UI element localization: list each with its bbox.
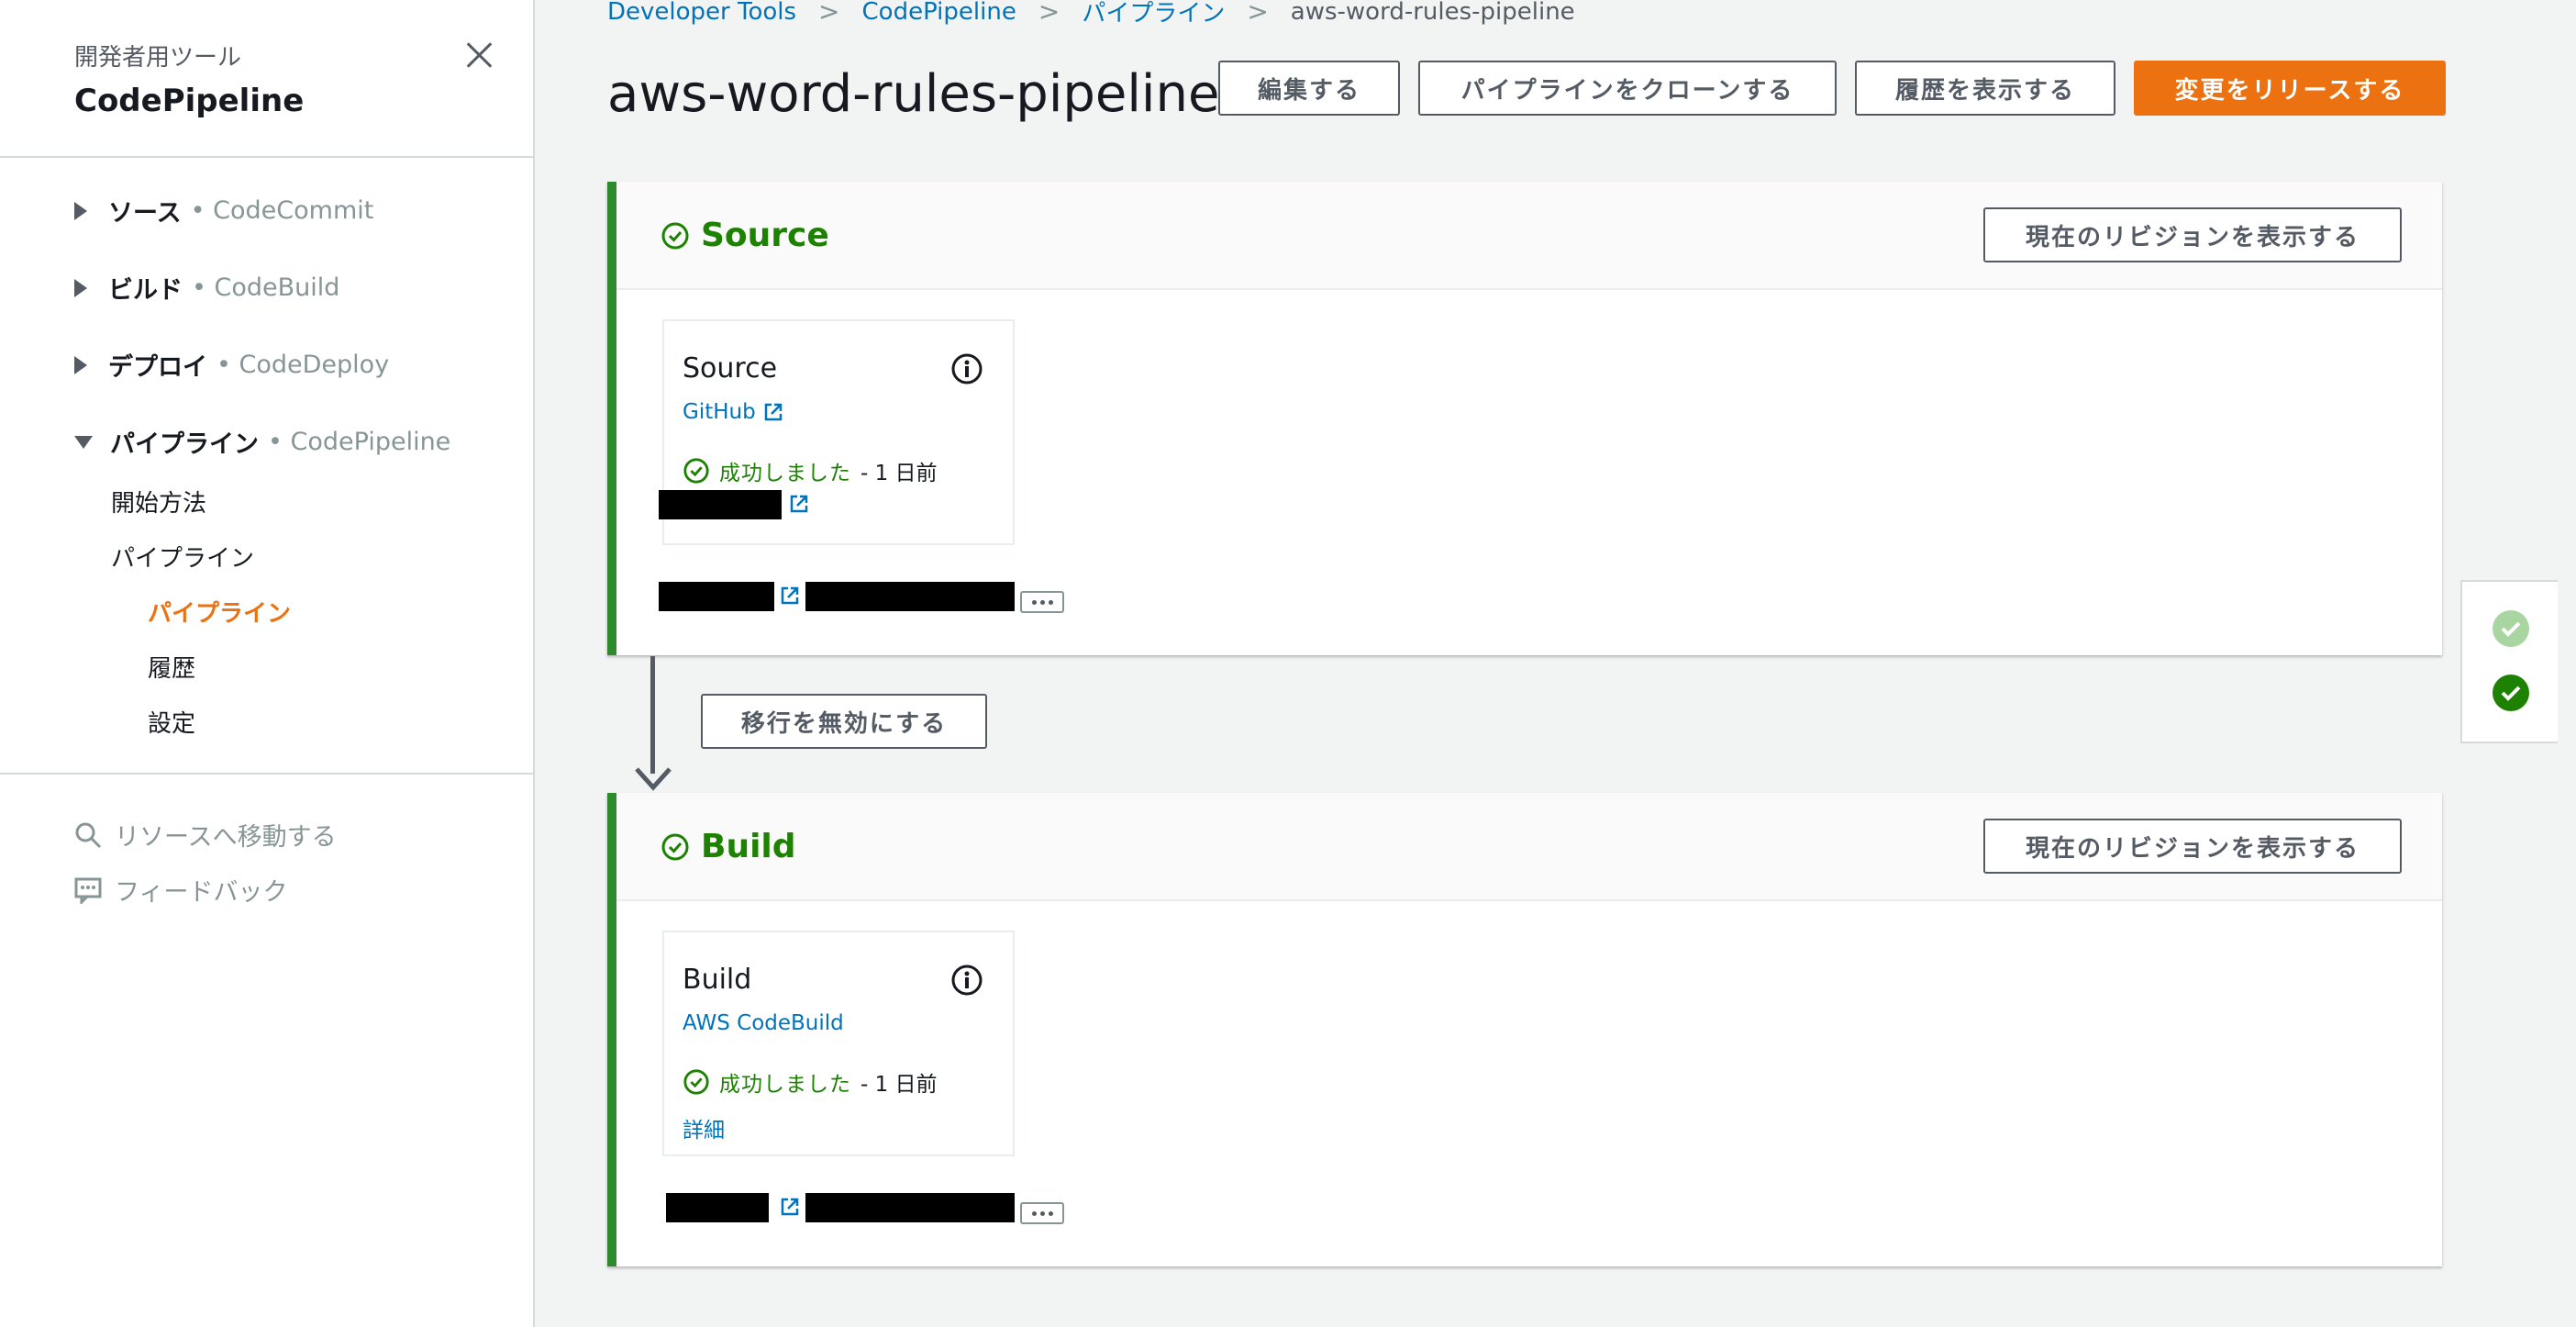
caret-right-icon — [74, 278, 87, 297]
chevron-right-icon: > — [1038, 0, 1060, 27]
view-current-revision-button[interactable]: 現在のリビジョンを表示する — [1983, 207, 2402, 262]
action-status: 成功しました - 1 日前 — [683, 455, 938, 486]
sidebar-item-pipelines[interactable]: パイプライン — [148, 595, 291, 629]
success-check-icon — [661, 833, 689, 860]
status-text: 成功しました — [719, 1073, 851, 1097]
sidebar-section-label: パイプライン — [110, 430, 259, 459]
stage-header: Source 現在のリビジョンを表示する — [616, 182, 2442, 290]
action-card-build: Build AWS CodeBuild 成功しました - 1 日前 詳細 — [662, 931, 1015, 1156]
redacted-commit-id — [659, 490, 782, 519]
release-change-button[interactable]: 変更をリリースする — [2134, 61, 2446, 116]
page-title: aws-word-rules-pipeline — [607, 64, 1220, 124]
feedback-icon — [74, 877, 102, 904]
caret-right-icon — [74, 201, 87, 220]
sidebar-section-deploy[interactable]: デプロイ • CodeDeploy — [74, 347, 389, 383]
more-icon[interactable] — [1020, 1202, 1064, 1224]
provider-label: GitHub — [683, 400, 756, 424]
info-icon[interactable] — [950, 964, 983, 997]
stage-status-panel — [2460, 580, 2558, 743]
sidebar-group-pipelines: パイプライン — [111, 545, 255, 573]
action-provider-link[interactable]: GitHub — [683, 400, 783, 424]
external-link-icon[interactable] — [780, 1197, 800, 1217]
breadcrumb-developer-tools[interactable]: Developer Tools — [607, 0, 796, 26]
sidebar-item-history[interactable]: 履歴 — [148, 650, 195, 684]
sidebar-header: 開発者用ツール CodePipeline — [0, 0, 535, 158]
close-icon[interactable] — [461, 37, 497, 73]
stage-name-label: Source — [701, 217, 829, 254]
success-check-icon — [683, 1069, 709, 1095]
stage-name: Build — [661, 828, 796, 865]
clone-pipeline-button[interactable]: パイプラインをクローンする — [1418, 61, 1837, 116]
go-to-resource-label: リソースへ移動する — [115, 823, 337, 852]
view-current-revision-button[interactable]: 現在のリビジョンを表示する — [1983, 819, 2402, 874]
stage-build: Build 現在のリビジョンを表示する Build AWS CodeBuild … — [607, 793, 2442, 1266]
disable-transition-button[interactable]: 移行を無効にする — [701, 694, 987, 749]
sidebar-section-service: • CodeBuild — [192, 273, 340, 302]
side-navigation: 開発者用ツール CodePipeline ソース • CodeCommit ビル… — [0, 0, 535, 1327]
sidebar-section-service: • CodeCommit — [190, 196, 374, 225]
redacted-revision — [666, 1193, 769, 1222]
status-time: - 1 日前 — [861, 462, 938, 485]
action-provider-link[interactable]: AWS CodeBuild — [683, 1011, 844, 1035]
breadcrumb-codepipeline[interactable]: CodePipeline — [862, 0, 1016, 26]
status-text: 成功しました — [719, 462, 851, 485]
sidebar-section-label: ソース — [108, 199, 182, 228]
caret-down-icon — [74, 435, 93, 449]
sidebar-section-build[interactable]: ビルド • CodeBuild — [74, 270, 339, 306]
stage-header: Build 現在のリビジョンを表示する — [616, 793, 2442, 901]
breadcrumb-pipelines[interactable]: パイプライン — [1082, 0, 1225, 28]
edit-button[interactable]: 編集する — [1218, 61, 1400, 116]
view-history-button[interactable]: 履歴を表示する — [1855, 61, 2115, 116]
arrow-down-icon — [635, 767, 672, 791]
stage-name: Source — [661, 217, 829, 254]
success-light-icon[interactable] — [2492, 609, 2530, 648]
sidebar-section-service: • CodePipeline — [268, 428, 451, 456]
sidebar-divider — [0, 773, 535, 775]
stage-name-label: Build — [701, 828, 796, 865]
more-icon[interactable] — [1020, 591, 1064, 613]
info-icon[interactable] — [950, 352, 983, 385]
chevron-right-icon: > — [1247, 0, 1269, 27]
sidebar-section-label: デプロイ — [108, 353, 207, 382]
breadcrumb: Developer Tools > CodePipeline > パイプライン … — [607, 0, 1575, 28]
sidebar-section-source[interactable]: ソース • CodeCommit — [74, 193, 373, 229]
chevron-right-icon: > — [818, 0, 840, 27]
sidebar-section-pipeline[interactable]: パイプライン • CodePipeline — [74, 424, 450, 460]
search-icon — [75, 822, 102, 848]
action-title: Source — [683, 352, 778, 385]
sidebar-section-label: ビルド — [108, 276, 183, 305]
action-status: 成功しました - 1 日前 — [683, 1066, 938, 1098]
redacted-commit-message — [805, 582, 1015, 611]
success-check-icon — [661, 222, 689, 249]
external-link-icon[interactable] — [780, 585, 800, 606]
provider-label: AWS CodeBuild — [683, 1011, 844, 1035]
feedback-label: フィードバック — [115, 878, 288, 907]
sidebar-section-service: • CodeDeploy — [217, 351, 390, 379]
breadcrumb-current: aws-word-rules-pipeline — [1290, 0, 1575, 26]
go-to-resource-link[interactable]: リソースへ移動する — [74, 817, 337, 853]
details-link[interactable]: 詳細 — [683, 1112, 725, 1143]
caret-right-icon — [74, 355, 87, 374]
success-check-icon — [683, 458, 709, 484]
external-link-icon — [764, 403, 782, 421]
sidebar-kicker: 開発者用ツール — [74, 44, 242, 72]
external-link-icon[interactable] — [789, 494, 809, 514]
feedback-link[interactable]: フィードバック — [74, 872, 287, 908]
redacted-revision — [659, 582, 774, 611]
status-time: - 1 日前 — [861, 1073, 938, 1097]
redacted-commit-message — [805, 1193, 1015, 1222]
sidebar-title[interactable]: CodePipeline — [74, 83, 304, 119]
success-check-icon[interactable] — [2492, 674, 2530, 712]
sidebar-item-settings[interactable]: 設定 — [148, 705, 195, 739]
action-title: Build — [683, 964, 752, 996]
stage-source: Source 現在のリビジョンを表示する Source GitHub 成功しまし… — [607, 182, 2442, 655]
sidebar-item-getting-started[interactable]: 開始方法 — [111, 485, 206, 519]
